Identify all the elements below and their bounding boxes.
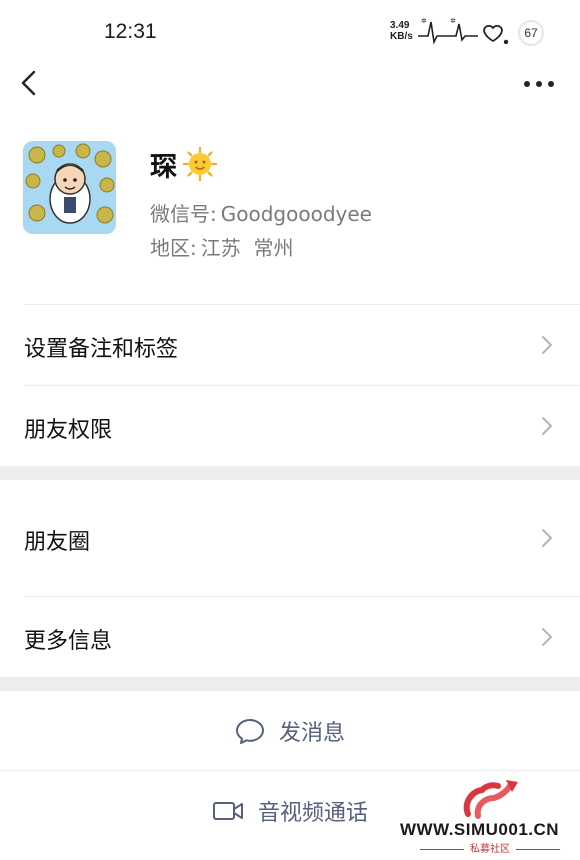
row-friend-permissions-label: 朋友权限 <box>24 418 113 443</box>
wechat-id-line: 微信号: Goodgooodyee <box>150 198 372 227</box>
svg-text:✲: ✲ <box>421 18 427 25</box>
region-line: 地区: 江苏 常州 <box>150 232 293 261</box>
avatar[interactable] <box>23 141 116 234</box>
section-gap <box>0 677 580 691</box>
chat-bubble-icon <box>235 719 264 744</box>
chevron-right-icon <box>542 628 552 646</box>
row-moments[interactable]: 朋友圈 <box>0 498 580 578</box>
status-bar: 12:31 3.49 KB/s ✲ ✲ 67 <box>0 0 580 62</box>
net-speed-unit: KB/s <box>390 31 413 42</box>
row-moments-label: 朋友圈 <box>24 530 91 555</box>
chevron-left-icon[interactable] <box>16 68 46 98</box>
send-message-label: 发消息 <box>278 721 345 746</box>
heart-rate-icon: ✲ ✲ <box>418 18 509 45</box>
row-more-info-label: 更多信息 <box>24 629 113 654</box>
profile-name: 琛 <box>150 151 177 183</box>
watermark-sub: 私募社区 <box>400 840 580 855</box>
row-remark-tags-label: 设置备注和标签 <box>24 337 179 362</box>
battery-indicator: 67 <box>518 20 544 46</box>
svg-text:✲: ✲ <box>450 18 456 25</box>
send-message-button[interactable]: 发消息 <box>0 691 580 771</box>
section-gap <box>0 466 580 480</box>
watermark-site: WWW.SIMU001.CN <box>400 820 560 839</box>
simu-logo-icon <box>463 780 518 819</box>
row-remark-tags[interactable]: 设置备注和标签 <box>0 305 580 385</box>
watermark: WWW.SIMU001.CN 私募社区 <box>400 778 580 860</box>
chevron-right-icon <box>542 417 552 435</box>
profile-name-row: 琛 <box>150 144 217 184</box>
avatar-illustration <box>23 141 116 234</box>
chevron-right-icon <box>542 529 552 547</box>
net-speed-value: 3.49 <box>390 20 410 31</box>
chevron-right-icon <box>542 336 552 354</box>
video-call-label: 音视频通话 <box>257 801 368 826</box>
ellipsis-icon[interactable] <box>522 74 556 94</box>
region-label: 地区: <box>150 236 197 260</box>
row-more-info[interactable]: 更多信息 <box>0 597 580 677</box>
row-friend-permissions[interactable]: 朋友权限 <box>0 386 580 466</box>
wechat-id-label: 微信号: <box>150 202 217 226</box>
video-camera-icon <box>212 802 243 820</box>
region-value: 江苏 常州 <box>200 236 294 260</box>
status-time: 12:31 <box>104 20 157 43</box>
wechat-id-value: Goodgooodyee <box>220 202 372 226</box>
sun-with-face-icon <box>183 147 217 181</box>
net-speed: 3.49 KB/s <box>390 20 413 42</box>
